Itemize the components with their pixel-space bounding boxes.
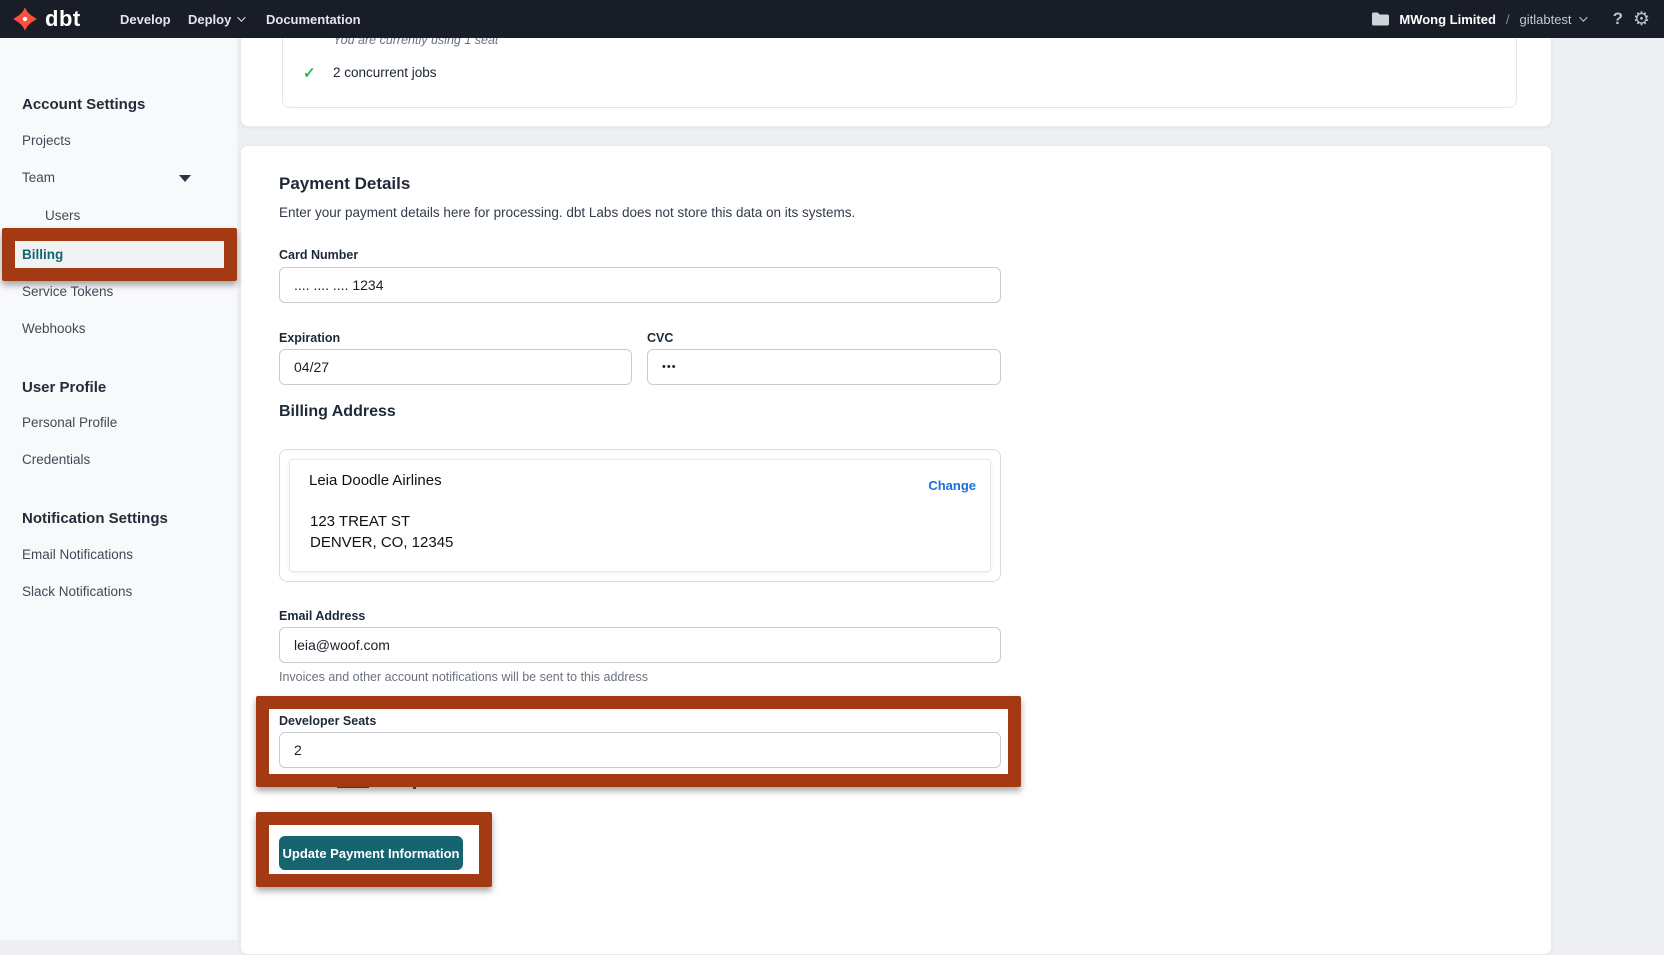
seat-usage-note: You are currently using 1 seat xyxy=(333,38,498,47)
card-number-label: Card Number xyxy=(279,248,358,262)
payment-details-title: Payment Details xyxy=(279,174,410,194)
email-address-input[interactable] xyxy=(279,627,1001,663)
account-name[interactable]: MWong Limited xyxy=(1399,12,1496,27)
sidebar-item-team[interactable]: Team xyxy=(22,170,55,185)
dbt-logo-icon xyxy=(12,6,38,32)
developer-seats-input[interactable] xyxy=(279,732,1001,768)
dbt-logo[interactable]: dbt xyxy=(12,0,81,38)
developer-seats-label: Developer Seats xyxy=(279,714,376,728)
sidebar-item-projects[interactable]: Projects xyxy=(22,133,71,148)
change-address-link[interactable]: Change xyxy=(928,478,976,493)
check-icon: ✓ xyxy=(303,64,316,82)
cvc-label: CVC xyxy=(647,331,673,345)
payment-details-card: Payment Details Enter your payment detai… xyxy=(240,145,1552,955)
project-selector[interactable]: gitlabtest xyxy=(1520,12,1585,27)
dbt-logo-text: dbt xyxy=(45,6,81,32)
breadcrumb-separator: / xyxy=(1506,12,1510,27)
billing-address-box: Leia Doodle Airlines Change 123 TREAT ST… xyxy=(279,449,1001,582)
annotation-box-update-button: Update Payment Information xyxy=(256,812,492,887)
plan-summary-card: You are currently using 1 seat ✓ 2 concu… xyxy=(240,38,1552,127)
billing-address-company: Leia Doodle Airlines xyxy=(309,472,442,489)
nav-documentation[interactable]: Documentation xyxy=(266,0,361,38)
plan-feature-text: 2 concurrent jobs xyxy=(333,65,437,80)
sidebar-item-personal-profile[interactable]: Personal Profile xyxy=(22,415,117,430)
sidebar-item-webhooks[interactable]: Webhooks xyxy=(22,321,86,336)
chevron-down-icon[interactable] xyxy=(179,175,191,182)
billing-address-title: Billing Address xyxy=(279,403,396,421)
sidebar-heading-notification-settings: Notification Settings xyxy=(22,510,168,527)
expiration-input[interactable] xyxy=(279,349,632,385)
gear-icon[interactable]: ⚙ xyxy=(1633,8,1650,31)
sidebar-heading-user-profile: User Profile xyxy=(22,379,106,396)
help-icon[interactable]: ? xyxy=(1613,9,1623,29)
nav-develop[interactable]: Develop xyxy=(120,0,171,38)
sidebar-item-email-notifications[interactable]: Email Notifications xyxy=(22,547,133,562)
sidebar-item-users[interactable]: Users xyxy=(45,208,80,223)
email-helper-text: Invoices and other account notifications… xyxy=(279,670,648,684)
annotation-box-billing: Billing xyxy=(2,228,237,281)
sidebar-item-service-tokens[interactable]: Service Tokens xyxy=(22,284,113,299)
update-payment-button[interactable]: Update Payment Information xyxy=(279,836,463,870)
cvc-input[interactable] xyxy=(647,349,1001,385)
expiration-label: Expiration xyxy=(279,331,340,345)
chevron-down-icon xyxy=(238,13,246,21)
sidebar-item-slack-notifications[interactable]: Slack Notifications xyxy=(22,584,132,599)
sidebar-item-billing[interactable]: Billing xyxy=(15,241,224,268)
billing-address-line1: 123 TREAT ST xyxy=(310,511,410,532)
payment-details-subtitle: Enter your payment details here for proc… xyxy=(279,205,855,220)
chevron-down-icon xyxy=(1579,13,1587,21)
top-navbar: dbt Develop Deploy Documentation MWong L… xyxy=(0,0,1664,38)
annotation-box-developer-seats: Developer Seats xyxy=(256,696,1021,787)
billing-address-line2: DENVER, CO, 12345 xyxy=(310,532,453,553)
plan-feature-box xyxy=(282,38,1517,108)
folder-icon xyxy=(1372,12,1389,26)
nav-deploy[interactable]: Deploy xyxy=(188,0,243,38)
sidebar-heading-account-settings: Account Settings xyxy=(22,96,145,113)
settings-sidebar: Account Settings Projects Team Users Bil… xyxy=(0,38,237,940)
sidebar-item-credentials[interactable]: Credentials xyxy=(22,452,90,467)
email-address-label: Email Address xyxy=(279,609,365,623)
card-number-input[interactable] xyxy=(279,267,1001,303)
billing-address-inner-box: Leia Doodle Airlines Change 123 TREAT ST… xyxy=(289,459,991,572)
